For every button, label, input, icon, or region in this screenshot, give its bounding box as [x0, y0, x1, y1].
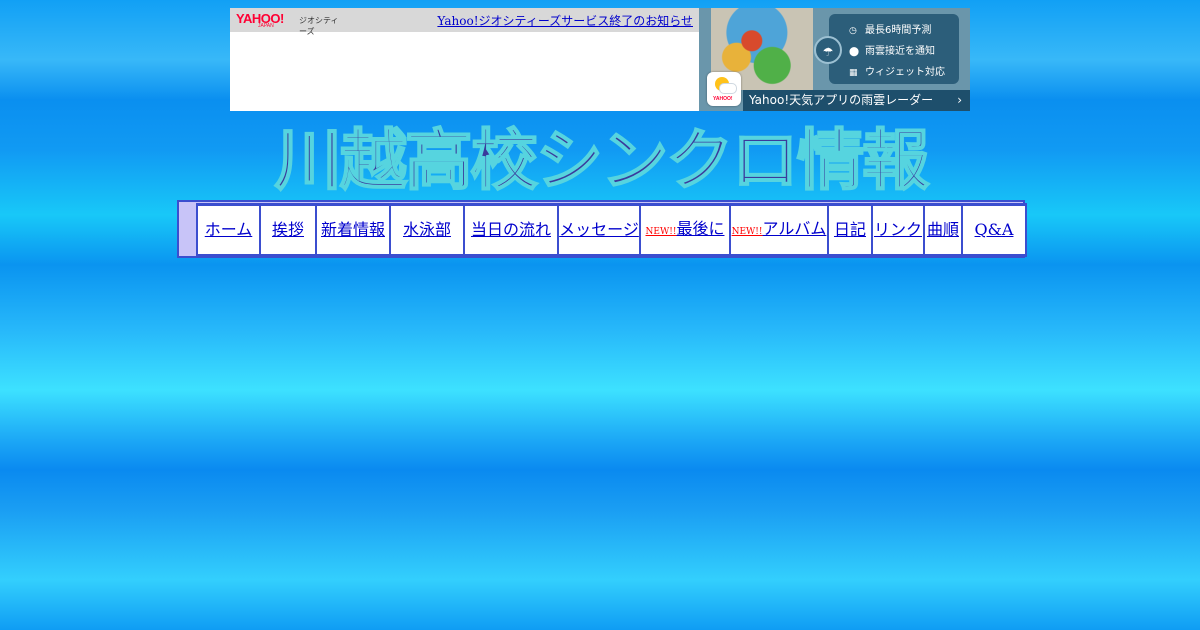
nav-row: ホーム 挨拶 新着情報 水泳部 当日の流れ メッセージ NEW!!最後に NEW!!アルバム日… [197, 204, 1026, 256]
clock-icon: ◷ [849, 26, 857, 36]
nav-cell-day-flow: 当日の流れ [464, 204, 558, 256]
rain-cloud-icon: ☂ [814, 36, 842, 64]
nav-cell-finally: NEW!!最後に [640, 204, 730, 256]
geocities-label: ジオシティーズ [299, 16, 339, 36]
location-pin-icon: ⬤ [849, 47, 860, 57]
cta-label: Yahoo!天気アプリの雨雲レーダー [749, 93, 934, 107]
nav-cell-home: ホーム [197, 204, 260, 256]
weather-app-ad[interactable]: ◷ 最長6時間予測 ⬤ 雨雲接近を通知 ▦ ウィジェット対応 ☂ YAHOO! Yah… [699, 8, 970, 111]
nav-link-diary[interactable]: 日記 [834, 220, 866, 239]
chevron-right-icon: › [957, 93, 962, 107]
cloud-icon [719, 83, 737, 94]
feature-forecast: ◷ 最長6時間予測 [849, 21, 931, 36]
feature-label: 雨雲接近を通知 [865, 46, 935, 57]
weather-feature-panel: ◷ 最長6時間予測 ⬤ 雨雲接近を通知 ▦ ウィジェット対応 [829, 14, 959, 84]
nav-cell-swim-club: 水泳部 [390, 204, 464, 256]
nav-link-song-order[interactable]: 曲順 [927, 220, 959, 239]
app-icon-label: YAHOO! [713, 96, 733, 102]
nav-cell-diary: 日記 [828, 204, 872, 256]
new-badge: NEW!! [731, 226, 763, 237]
feature-label: 最長6時間予測 [865, 25, 932, 36]
geocities-notice-bar: YAHOO! JAPAN ジオシティーズ Yahoo!ジオシティーズサービス終了… [230, 8, 699, 111]
nav-link-album[interactable]: アルバム [763, 219, 827, 238]
weather-app-cta[interactable]: Yahoo!天気アプリの雨雲レーダー › [743, 90, 970, 111]
main-nav: ホーム 挨拶 新着情報 水泳部 当日の流れ メッセージ NEW!!最後に NEW!!アルバム日… [196, 203, 1027, 257]
feature-label: ウィジェット対応 [865, 67, 945, 78]
nav-link-links[interactable]: リンク [874, 220, 922, 239]
nav-cell-news: 新着情報 [316, 204, 390, 256]
nav-cell-message: メッセージ [558, 204, 640, 256]
nav-cell-album: NEW!!アルバム [730, 204, 828, 256]
nav-cell-greeting: 挨拶 [260, 204, 316, 256]
nav-link-greeting[interactable]: 挨拶 [272, 220, 304, 239]
nav-cell-song-order: 曲順 [924, 204, 962, 256]
nav-link-swim-club[interactable]: 水泳部 [403, 220, 451, 239]
widget-icon: ▦ [849, 68, 858, 78]
banner-header: YAHOO! JAPAN ジオシティーズ Yahoo!ジオシティーズサービス終了… [230, 8, 699, 36]
nav-link-day-flow[interactable]: 当日の流れ [471, 220, 551, 239]
nav-link-qa[interactable]: Q&A [975, 220, 1014, 239]
yahoo-geocities-logo: YAHOO! JAPAN ジオシティーズ [236, 11, 346, 36]
ad-banner[interactable]: YAHOO! JAPAN ジオシティーズ Yahoo!ジオシティーズサービス終了… [230, 8, 970, 111]
service-end-notice-link[interactable]: Yahoo!ジオシティーズサービス終了のお知らせ [437, 12, 693, 29]
yahoo-logo-sub: JAPAN [258, 23, 274, 29]
weather-app-icon: YAHOO! [707, 72, 741, 106]
nav-cell-links: リンク [872, 204, 924, 256]
nav-link-message[interactable]: メッセージ [559, 220, 639, 239]
nav-link-news[interactable]: 新着情報 [321, 220, 385, 239]
nav-cell-qa: Q&A [962, 204, 1026, 256]
site-title: 川越高校シンクロ情報 [274, 121, 931, 200]
feature-widget: ▦ ウィジェット対応 [849, 63, 945, 78]
nav-link-finally[interactable]: 最後に [676, 219, 724, 238]
feature-notify: ⬤ 雨雲接近を通知 [849, 42, 935, 57]
new-badge: NEW!! [645, 226, 677, 237]
nav-link-home[interactable]: ホーム [205, 220, 253, 239]
